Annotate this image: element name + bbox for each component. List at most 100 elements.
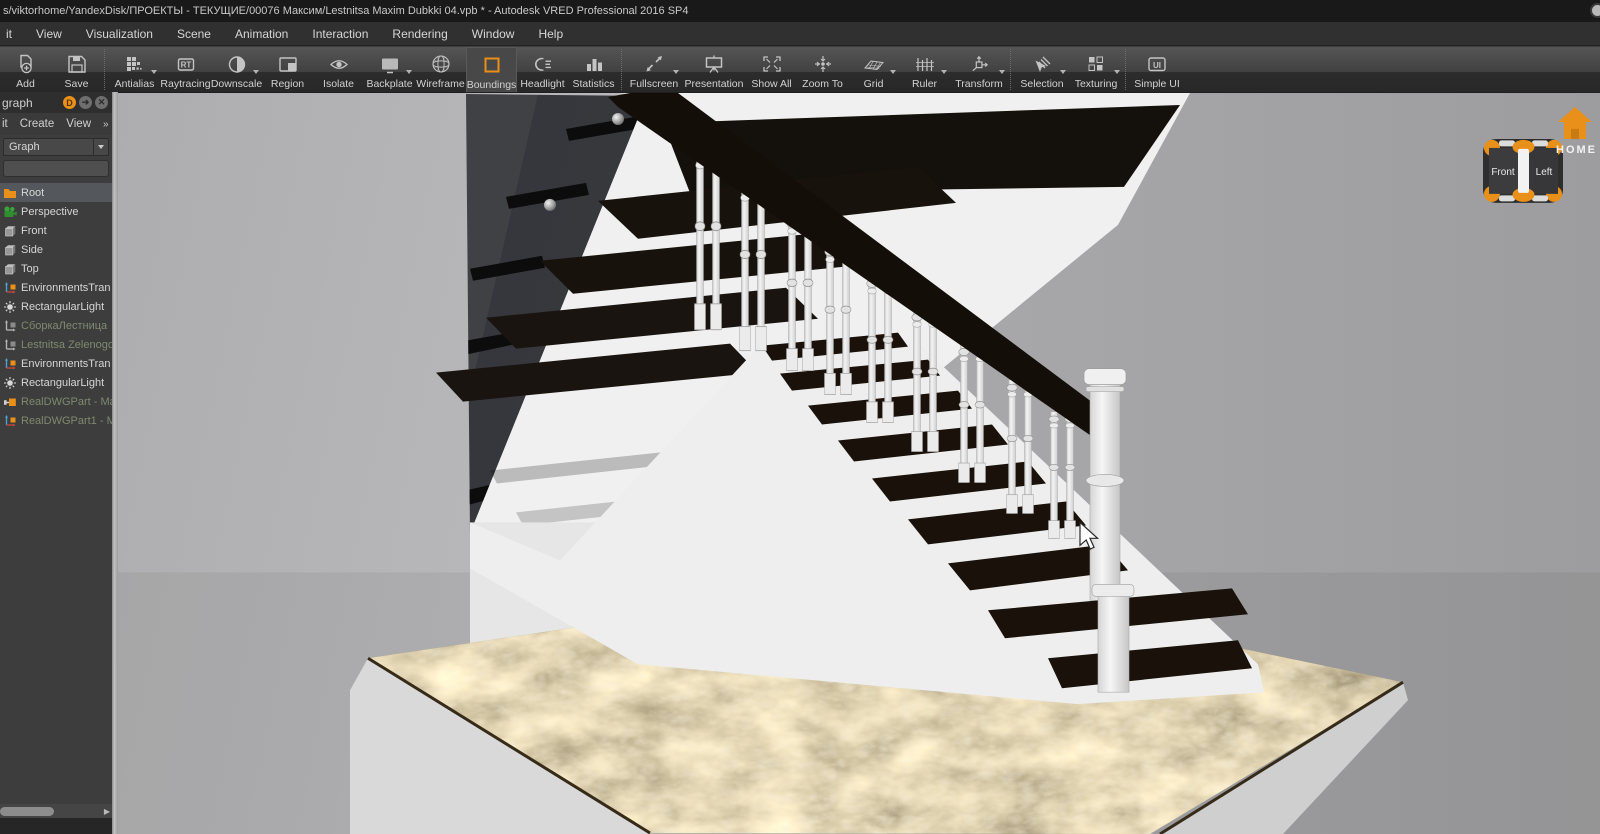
toolbar-separator [621,49,624,90]
dropdown-arrow-icon[interactable] [151,70,157,74]
isolate-icon [327,50,351,77]
dropdown-arrow-icon[interactable] [406,70,412,74]
dropdown-arrow-icon[interactable] [253,70,259,74]
scrollbar-thumb[interactable] [0,807,54,816]
backplate-icon [378,50,402,77]
tree-node-front[interactable]: Front [0,221,112,240]
tree-node-rectangularlight[interactable]: RectangularLight [0,297,112,316]
show-all-button[interactable]: Show All [746,47,797,92]
region-button[interactable]: Region [262,47,313,92]
menu-help[interactable]: Help [538,27,563,41]
add-icon [14,50,38,77]
menu-interaction[interactable]: Interaction [312,27,368,41]
tree-node-lestnitsa-zelenogo[interactable]: Lestnitsa Zelenogo [0,335,112,354]
downscale-button[interactable]: Downscale [211,47,262,92]
title-bar[interactable]: s/viktorhome/YandexDisk/ПРОЕКТЫ - ТЕКУЩИ… [0,0,1600,22]
raytracing-icon [174,50,198,77]
wireframe-button[interactable]: Wireframe [415,47,466,92]
menu-view[interactable]: View [36,27,62,41]
menu-window[interactable]: Window [472,27,515,41]
raytracing-button[interactable]: Raytracing [160,47,211,92]
menu-animation[interactable]: Animation [235,27,288,41]
menu-bar: it View Visualization Scene Animation In… [0,22,1600,46]
backplate-button[interactable]: Backplate [364,47,415,92]
scenegraph-menu-create[interactable]: Create [20,118,55,130]
detach-arrow-button[interactable]: ➜ [79,96,92,109]
scrollbar-right-arrow-icon[interactable]: ▶ [104,807,110,816]
statistics-button[interactable]: Statistics [568,47,619,92]
dropdown-arrow-icon[interactable] [1060,70,1066,74]
save-button[interactable]: Save [51,47,102,92]
transform-button[interactable]: Transform [950,47,1008,92]
headlight-button[interactable]: Headlight [517,47,568,92]
toolbar-separator [104,49,107,90]
boundings-button[interactable]: Boundings [466,47,517,92]
toolbar-separator [1010,49,1013,90]
menu-rendering[interactable]: Rendering [392,27,447,41]
close-panel-button[interactable]: ✕ [95,96,108,109]
main-toolbar: Add Save Antialias Raytracing Downscale … [0,47,1600,92]
grid-button[interactable]: Grid [848,47,899,92]
tree-node-realdwgpart[interactable]: RealDWGPart - Ma [0,392,112,411]
fullscreen-icon [642,50,666,77]
add-button[interactable]: Add [0,47,51,92]
tree-node-perspective[interactable]: Perspective [0,202,112,221]
zoom-to-button[interactable]: Zoom To [797,47,848,92]
tree-node-sborka-lestnitsa[interactable]: СборкаЛестница [0,316,112,335]
tree-node-environmentstran2[interactable]: EnvironmentsTran [0,354,112,373]
overflow-chevron-icon[interactable]: » [103,119,112,130]
grid-icon [862,50,886,77]
home-label: HOME [1556,144,1597,156]
presentation-button[interactable]: Presentation [682,47,746,92]
dropdown-arrow-icon[interactable] [999,70,1005,74]
isolate-button[interactable]: Isolate [313,47,364,92]
transform-node-icon [3,414,17,428]
scenegraph-filter-input[interactable] [3,160,109,177]
cube-left-label[interactable]: Left [1536,167,1553,178]
dropdown-arrow-icon[interactable] [673,70,679,74]
dock-button[interactable]: D [63,96,76,109]
group-node-icon [3,319,17,333]
texturing-icon [1084,50,1108,77]
scenegraph-menu-edit[interactable]: it [2,118,8,130]
view-cube[interactable]: Front Left [1483,139,1563,203]
tree-node-realdwgpart1[interactable]: RealDWGPart1 - M [0,411,112,430]
window-title: s/viktorhome/YandexDisk/ПРОЕКТЫ - ТЕКУЩИ… [0,5,689,17]
horizontal-scrollbar[interactable]: ▶ [0,804,112,818]
dropdown-arrow-icon[interactable] [941,70,947,74]
ruler-icon [913,50,937,77]
tree-node-rectangularlight2[interactable]: RectangularLight [0,373,112,392]
dropdown-arrow-icon[interactable] [890,70,896,74]
tree-node-side[interactable]: Side [0,240,112,259]
antialias-icon [123,50,147,77]
scenegraph-title: graph [2,96,33,110]
render-viewport[interactable]: Front Left HOME [118,92,1600,834]
ruler-button[interactable]: Ruler [899,47,950,92]
light-icon [3,300,17,314]
tree-node-root[interactable]: Root [0,183,112,202]
combo-arrow-icon[interactable] [93,139,108,155]
view-box-icon [3,224,17,238]
cube-front-label[interactable]: Front [1491,167,1515,178]
dropdown-arrow-icon[interactable] [1114,70,1120,74]
scenegraph-menu-view[interactable]: View [66,118,91,130]
folder-icon [3,186,17,200]
graph-mode-dropdown[interactable]: Graph [3,138,109,156]
transform-icon [967,50,991,77]
simple-ui-button[interactable]: Simple UI [1130,47,1184,92]
selection-button[interactable]: Selection [1015,47,1069,92]
downscale-icon [225,50,249,77]
tree-node-environmentstran[interactable]: EnvironmentsTran [0,278,112,297]
fullscreen-button[interactable]: Fullscreen [626,47,682,92]
menu-edit[interactable]: it [6,27,12,41]
region-icon [276,50,300,77]
menu-visualization[interactable]: Visualization [86,27,153,41]
rail-bracket-icon [544,199,556,211]
antialias-button[interactable]: Antialias [109,47,160,92]
tree-node-top[interactable]: Top [0,259,112,278]
menu-scene[interactable]: Scene [177,27,211,41]
transform-node-icon [3,357,17,371]
window-control-icon[interactable] [1590,3,1600,18]
texturing-button[interactable]: Texturing [1069,47,1123,92]
scenegraph-header[interactable]: graph D ➜ ✕ [0,92,112,113]
